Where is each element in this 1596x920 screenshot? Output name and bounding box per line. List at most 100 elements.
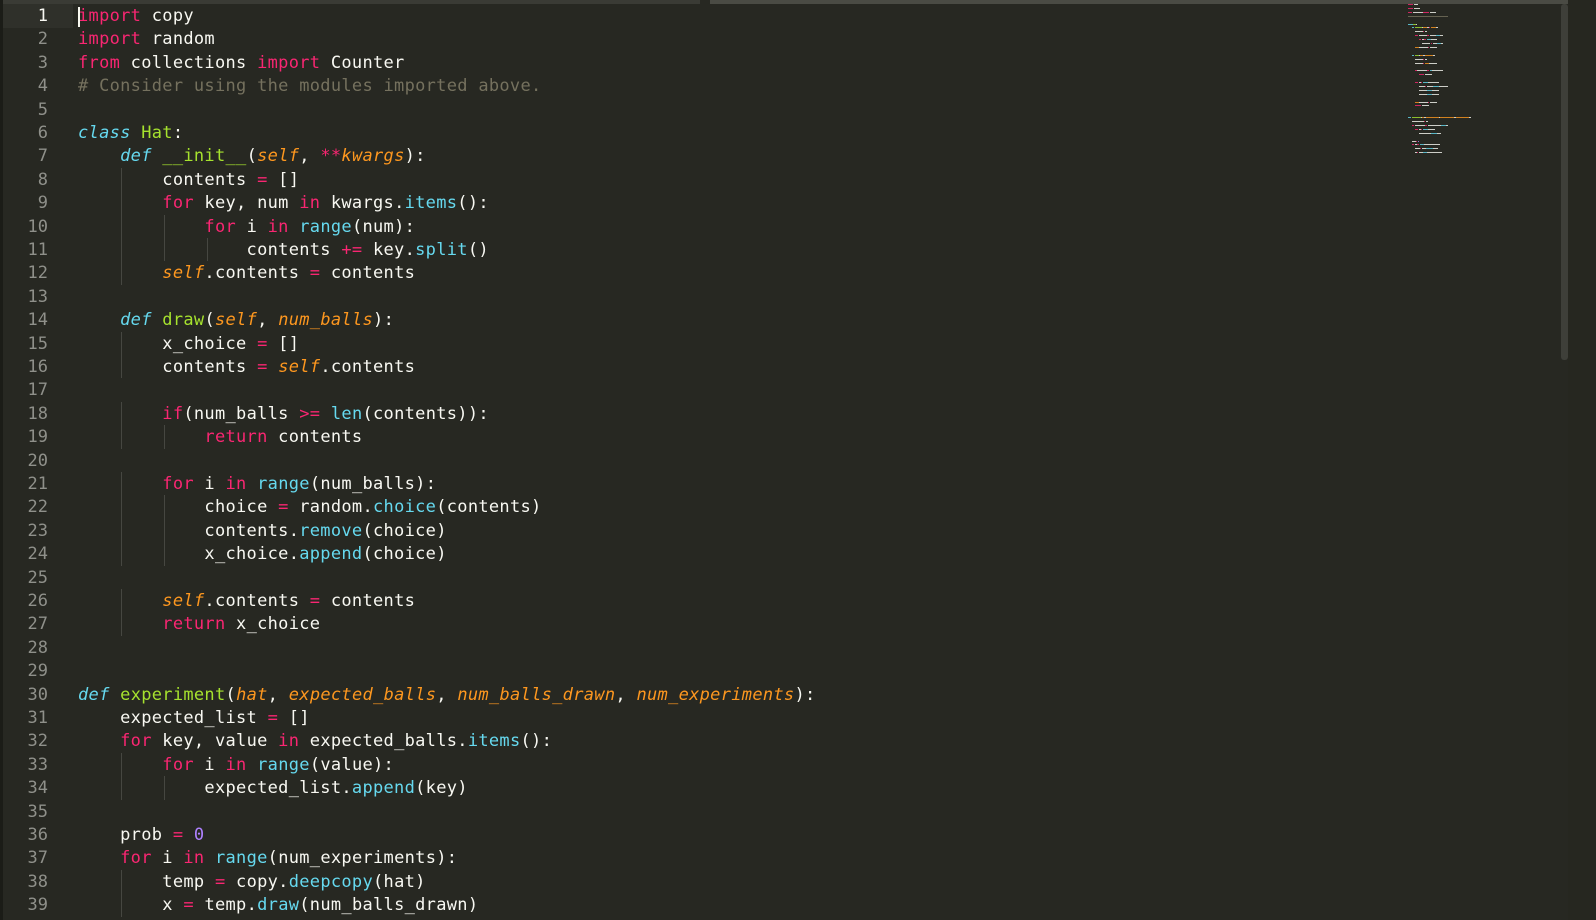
- code-line[interactable]: contents.remove(choice): [78, 519, 447, 543]
- code-token: # Consider using the modules imported ab…: [78, 76, 542, 97]
- line-number: 34: [27, 778, 48, 799]
- indent-guide: [121, 589, 122, 613]
- code-line[interactable]: def experiment(hat, expected_balls, num_…: [78, 683, 816, 707]
- code-line[interactable]: class Hat:: [78, 121, 183, 145]
- code-area[interactable]: import copy import random from collections…: [78, 0, 1408, 920]
- code-line[interactable]: from collections import Counter: [78, 51, 405, 75]
- code-token: def: [120, 310, 152, 331]
- code-line[interactable]: x_choice = []: [78, 332, 299, 356]
- code-line[interactable]: if(num_balls >= len(contents)):: [78, 402, 489, 426]
- code-line[interactable]: self.contents = contents: [78, 589, 415, 613]
- code-token: range: [257, 754, 310, 775]
- code-token: import: [78, 29, 142, 50]
- code-token: num_experiments: [636, 684, 795, 705]
- minimap-mark: [1416, 23, 1418, 25]
- code-token: kwargs.: [320, 193, 405, 214]
- code-token: ,: [257, 310, 279, 331]
- code-token: =: [257, 169, 268, 190]
- code-token: items: [404, 193, 458, 214]
- minimap-mark: [1420, 128, 1423, 130]
- code-token: append: [299, 544, 363, 565]
- code-line[interactable]: for i in range(num):: [78, 215, 415, 239]
- line-number: 27: [27, 614, 48, 635]
- code-token: ):: [373, 310, 395, 331]
- minimap-mark: [1432, 93, 1440, 95]
- code-line[interactable]: x = temp.draw(num_balls_drawn): [78, 893, 478, 917]
- code-line[interactable]: contents = []: [78, 168, 299, 192]
- minimap-mark: [1408, 7, 1414, 9]
- code-token: contents.: [78, 520, 300, 541]
- line-number: 30: [27, 684, 48, 705]
- line-number: 32: [27, 731, 48, 752]
- code-line[interactable]: for i in range(value):: [78, 753, 394, 777]
- code-line[interactable]: def __init__(self, **kwargs):: [78, 144, 426, 168]
- line-number: 3: [37, 52, 48, 73]
- code-line[interactable]: import random: [78, 27, 215, 51]
- code-line[interactable]: self.contents = contents: [78, 261, 415, 285]
- line-number: 23: [27, 520, 48, 541]
- code-editor[interactable]: 1 2 3 4 5 6 7 8 9 10 11 12 13 14 15 16 17 18 19 20 21 22 23 24 2…: [0, 0, 1596, 920]
- code-line[interactable]: contents = self.contents: [78, 355, 415, 379]
- minimap-mark: [1426, 121, 1428, 122]
- minimap-mark: [1418, 101, 1428, 103]
- code-line[interactable]: expected_list.append(key): [78, 776, 468, 800]
- minimap-mark: [1426, 117, 1439, 119]
- code-token: draw: [162, 310, 205, 331]
- indent-guide: [164, 495, 165, 519]
- code-token: random.: [288, 497, 373, 518]
- line-number: 4: [37, 76, 48, 97]
- code-token: i: [151, 848, 184, 869]
- line-number-gutter[interactable]: 1 2 3 4 5 6 7 8 9 10 11 12 13 14 15 16 17 18 19 20 21 22 23 24 2…: [3, 0, 63, 920]
- code-line[interactable]: contents += key.split(): [78, 238, 489, 262]
- code-line[interactable]: expected_list = []: [78, 706, 310, 730]
- code-line[interactable]: import copy: [78, 4, 194, 28]
- minimap-mark: [1432, 70, 1444, 72]
- indent-guide: [121, 425, 122, 449]
- code-line[interactable]: prob = 0: [78, 823, 204, 847]
- minimap-mark: [1415, 27, 1423, 29]
- minimap-mark: [1426, 70, 1429, 72]
- code-line[interactable]: x_choice.append(choice): [78, 542, 447, 566]
- code-token: import: [257, 52, 321, 73]
- code-line[interactable]: choice = random.choice(contents): [78, 495, 542, 519]
- line-number: 33: [27, 754, 48, 775]
- minimap[interactable]: [1408, 4, 1558, 164]
- minimap-mark: [1427, 82, 1439, 83]
- minimap-mark: [1415, 82, 1418, 83]
- code-line[interactable]: for i in range(num_balls):: [78, 472, 436, 496]
- code-token: .contents: [320, 357, 416, 377]
- minimap-mark: [1425, 58, 1427, 60]
- code-line[interactable]: for key, num in kwargs.items():: [78, 191, 489, 215]
- code-line[interactable]: temp = copy.deepcopy(hat): [78, 870, 426, 894]
- code-line[interactable]: # Consider using the modules imported ab…: [78, 74, 542, 98]
- line-number: 26: [27, 591, 48, 611]
- code-line[interactable]: def draw(self, num_balls):: [78, 308, 394, 332]
- code-line[interactable]: return x_choice: [78, 612, 320, 636]
- indent-guide: [121, 752, 122, 777]
- code-token: contents: [78, 357, 258, 377]
- line-number: 28: [27, 637, 48, 658]
- minimap-mark: [1425, 54, 1434, 56]
- code-token: in: [278, 731, 300, 752]
- indent-guide: [207, 238, 208, 262]
- code-token: (choice): [362, 520, 447, 541]
- minimap-mark: [1418, 132, 1432, 134]
- vertical-scrollbar[interactable]: [1561, 4, 1568, 360]
- minimap-mark: [1427, 124, 1442, 126]
- minimap-mark: [1411, 54, 1415, 56]
- code-token: .contents: [204, 263, 310, 284]
- line-number: 36: [27, 825, 48, 845]
- code-line[interactable]: for i in range(num_experiments):: [78, 846, 457, 870]
- code-token: import: [78, 6, 142, 26]
- code-token: num_balls_drawn: [457, 684, 616, 705]
- line-number: 37: [27, 848, 48, 869]
- minimap-mark: [1418, 35, 1427, 37]
- code-line[interactable]: for key, value in expected_balls.items()…: [78, 729, 552, 753]
- code-token: contents: [320, 263, 416, 284]
- line-number: 19: [27, 427, 48, 448]
- minimap-mark: [1417, 140, 1419, 142]
